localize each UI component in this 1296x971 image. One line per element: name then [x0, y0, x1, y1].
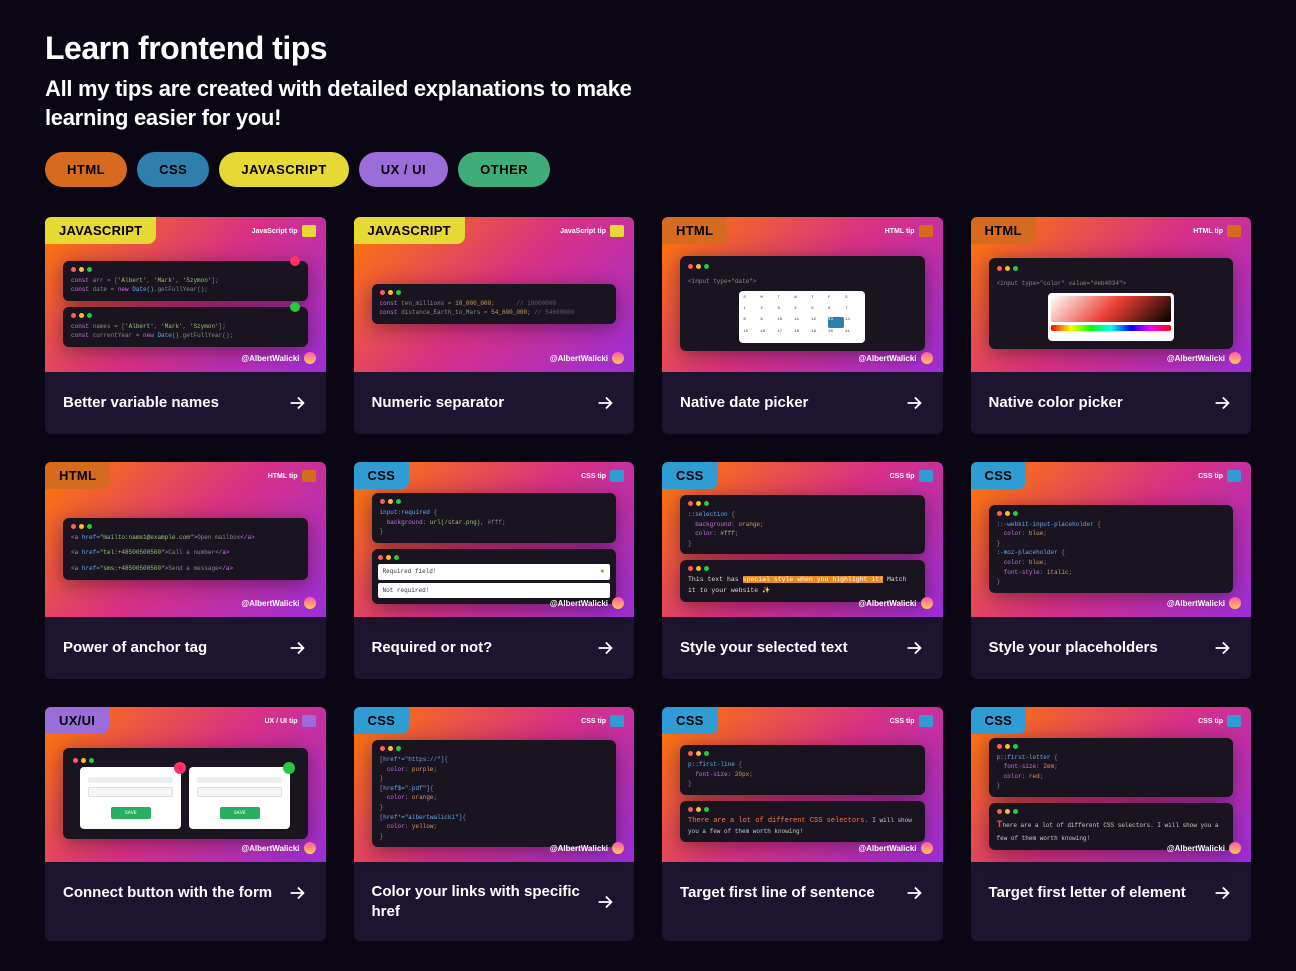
author-handle: @AlbertWalicki [550, 352, 624, 364]
arrow-right-icon [594, 891, 616, 913]
card-title: Native color picker [989, 393, 1123, 413]
card-category-tag: HTML [662, 217, 727, 244]
arrow-right-icon [594, 637, 616, 659]
arrow-right-icon [1211, 882, 1233, 904]
card-title: Better variable names [63, 393, 219, 413]
author-handle: @AlbertWalicki [858, 352, 932, 364]
tip-card-numeric-separator[interactable]: JAVASCRIPT JavaScript tip const ten_mill… [354, 217, 635, 434]
page-subtitle: All my tips are created with detailed ex… [45, 75, 665, 132]
card-preview: JAVASCRIPT JavaScript tip const ten_mill… [354, 217, 635, 372]
card-preview: HTML HTML tip <a href="mailto:name1@exam… [45, 462, 326, 617]
card-category-tag: CSS [662, 707, 718, 734]
card-category-tag: CSS [662, 462, 718, 489]
tip-card-better-variable-names[interactable]: JAVASCRIPT JavaScript tip const arr = ['… [45, 217, 326, 434]
arrow-right-icon [903, 392, 925, 414]
tip-label: CSS tip [890, 470, 933, 482]
tip-card-connect-button-form[interactable]: UX/UI UX / UI tip SAVE SAVE [45, 707, 326, 941]
filter-css[interactable]: CSS [137, 152, 209, 187]
card-title: Target first line of sentence [680, 883, 875, 903]
card-preview: CSS CSS tip input:required { background:… [354, 462, 635, 617]
card-title: Style your placeholders [989, 638, 1158, 658]
author-handle: @AlbertWalicki [858, 842, 932, 854]
card-category-tag: JAVASCRIPT [354, 217, 465, 244]
arrow-right-icon [903, 882, 925, 904]
author-handle: @AlbertWalicki [550, 842, 624, 854]
card-title: Connect button with the form [63, 883, 272, 903]
author-handle: @AlbertWalicki [1167, 352, 1241, 364]
arrow-right-icon [594, 392, 616, 414]
card-category-tag: HTML [45, 462, 110, 489]
card-title: Numeric separator [372, 393, 505, 413]
card-category-tag: HTML [971, 217, 1036, 244]
card-preview: JAVASCRIPT JavaScript tip const arr = ['… [45, 217, 326, 372]
card-title: Style your selected text [680, 638, 848, 658]
card-category-tag: CSS [971, 707, 1027, 734]
card-preview: UX/UI UX / UI tip SAVE SAVE [45, 707, 326, 862]
card-category-tag: CSS [354, 462, 410, 489]
card-title: Target first letter of element [989, 883, 1186, 903]
tip-label: HTML tip [1193, 225, 1241, 237]
tips-grid: JAVASCRIPT JavaScript tip const arr = ['… [45, 217, 1251, 941]
arrow-right-icon [1211, 637, 1233, 659]
card-title: Power of anchor tag [63, 638, 207, 658]
author-handle: @AlbertWalicki [241, 842, 315, 854]
tip-card-native-color-picker[interactable]: HTML HTML tip <input type="color" value=… [971, 217, 1252, 434]
card-preview: CSS CSS tip ::selection { background: or… [662, 462, 943, 617]
page-title: Learn frontend tips [45, 30, 1251, 67]
tip-card-required-or-not[interactable]: CSS CSS tip input:required { background:… [354, 462, 635, 679]
tip-label: JavaScript tip [252, 225, 316, 237]
author-handle: @AlbertWalicki [858, 597, 932, 609]
card-title: Required or not? [372, 638, 493, 658]
filter-javascript[interactable]: JAVASCRIPT [219, 152, 348, 187]
filter-ux-ui[interactable]: UX / UI [359, 152, 448, 187]
tip-label: CSS tip [581, 715, 624, 727]
tip-label: HTML tip [885, 225, 933, 237]
author-handle: @AlbertWalicki [550, 597, 624, 609]
tip-label: CSS tip [1198, 715, 1241, 727]
tip-card-target-first-letter[interactable]: CSS CSS tip p::first-letter { font-size:… [971, 707, 1252, 941]
tip-card-power-of-anchor-tag[interactable]: HTML HTML tip <a href="mailto:name1@exam… [45, 462, 326, 679]
tip-label: JavaScript tip [560, 225, 624, 237]
card-category-tag: JAVASCRIPT [45, 217, 156, 244]
card-title: Native date picker [680, 393, 808, 413]
card-preview: HTML HTML tip <input type="color" value=… [971, 217, 1252, 372]
tip-label: UX / UI tip [264, 715, 315, 727]
author-handle: @AlbertWalicki [241, 352, 315, 364]
tip-label: CSS tip [581, 470, 624, 482]
card-category-tag: CSS [354, 707, 410, 734]
tip-label: CSS tip [890, 715, 933, 727]
arrow-right-icon [286, 637, 308, 659]
arrow-right-icon [1211, 392, 1233, 414]
card-title: Color your links with specific href [372, 882, 585, 921]
tip-label: CSS tip [1198, 470, 1241, 482]
arrow-right-icon [903, 637, 925, 659]
tip-label: HTML tip [268, 470, 316, 482]
tip-card-color-links-href[interactable]: CSS CSS tip [href*="https://"]{ color: p… [354, 707, 635, 941]
card-preview: CSS CSS tip [href*="https://"]{ color: p… [354, 707, 635, 862]
arrow-right-icon [286, 392, 308, 414]
card-preview: CSS CSS tip ::-webkit-input-placeholder … [971, 462, 1252, 617]
author-handle: @AlbertWalicki [1167, 842, 1241, 854]
tip-card-style-placeholders[interactable]: CSS CSS tip ::-webkit-input-placeholder … [971, 462, 1252, 679]
filter-html[interactable]: HTML [45, 152, 127, 187]
card-category-tag: CSS [971, 462, 1027, 489]
author-handle: @AlbertWalicki [241, 597, 315, 609]
card-preview: CSS CSS tip p::first-line { font-size: 2… [662, 707, 943, 862]
author-handle: @AlbertWalicki [1167, 597, 1241, 609]
card-preview: HTML HTML tip <input type="date"> SMTWTF… [662, 217, 943, 372]
filter-bar: HTML CSS JAVASCRIPT UX / UI OTHER [45, 152, 1251, 187]
arrow-right-icon [286, 882, 308, 904]
tip-card-style-selected-text[interactable]: CSS CSS tip ::selection { background: or… [662, 462, 943, 679]
filter-other[interactable]: OTHER [458, 152, 550, 187]
tip-card-target-first-line[interactable]: CSS CSS tip p::first-line { font-size: 2… [662, 707, 943, 941]
tip-card-native-date-picker[interactable]: HTML HTML tip <input type="date"> SMTWTF… [662, 217, 943, 434]
card-category-tag: UX/UI [45, 707, 109, 734]
card-preview: CSS CSS tip p::first-letter { font-size:… [971, 707, 1252, 862]
